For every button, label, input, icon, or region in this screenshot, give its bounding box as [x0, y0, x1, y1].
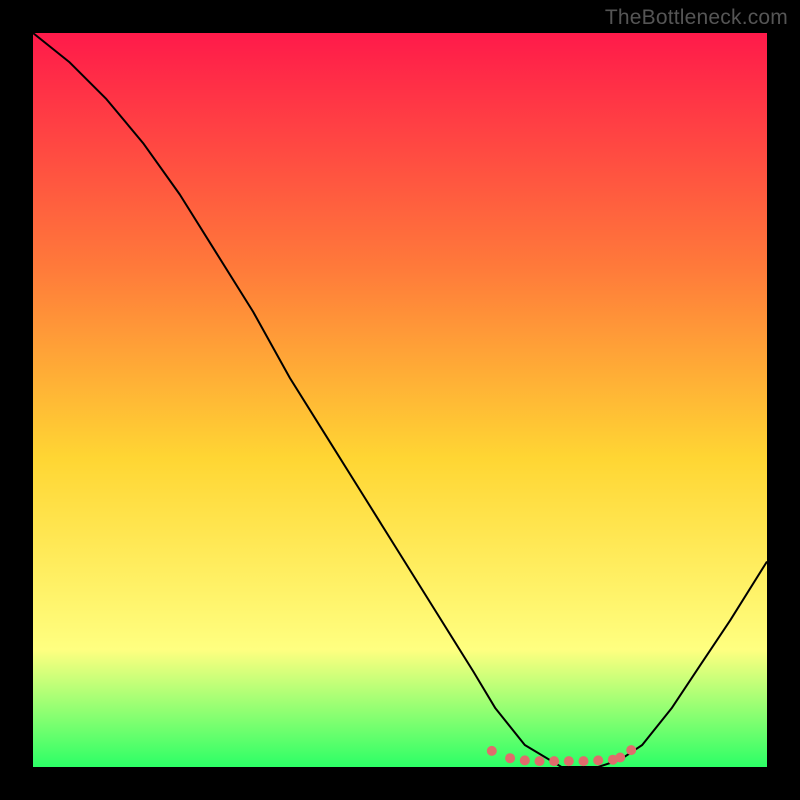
marker-dot: [535, 756, 545, 766]
marker-dot: [549, 756, 559, 766]
marker-dot: [564, 756, 574, 766]
marker-dot: [487, 746, 497, 756]
chart-svg: [33, 33, 767, 767]
marker-dot: [520, 755, 530, 765]
marker-dot: [615, 753, 625, 763]
marker-dot: [593, 755, 603, 765]
watermark-text: TheBottleneck.com: [605, 6, 788, 30]
marker-dot: [626, 745, 636, 755]
chart-frame: [33, 33, 767, 767]
marker-dot: [505, 753, 515, 763]
marker-dot: [579, 756, 589, 766]
